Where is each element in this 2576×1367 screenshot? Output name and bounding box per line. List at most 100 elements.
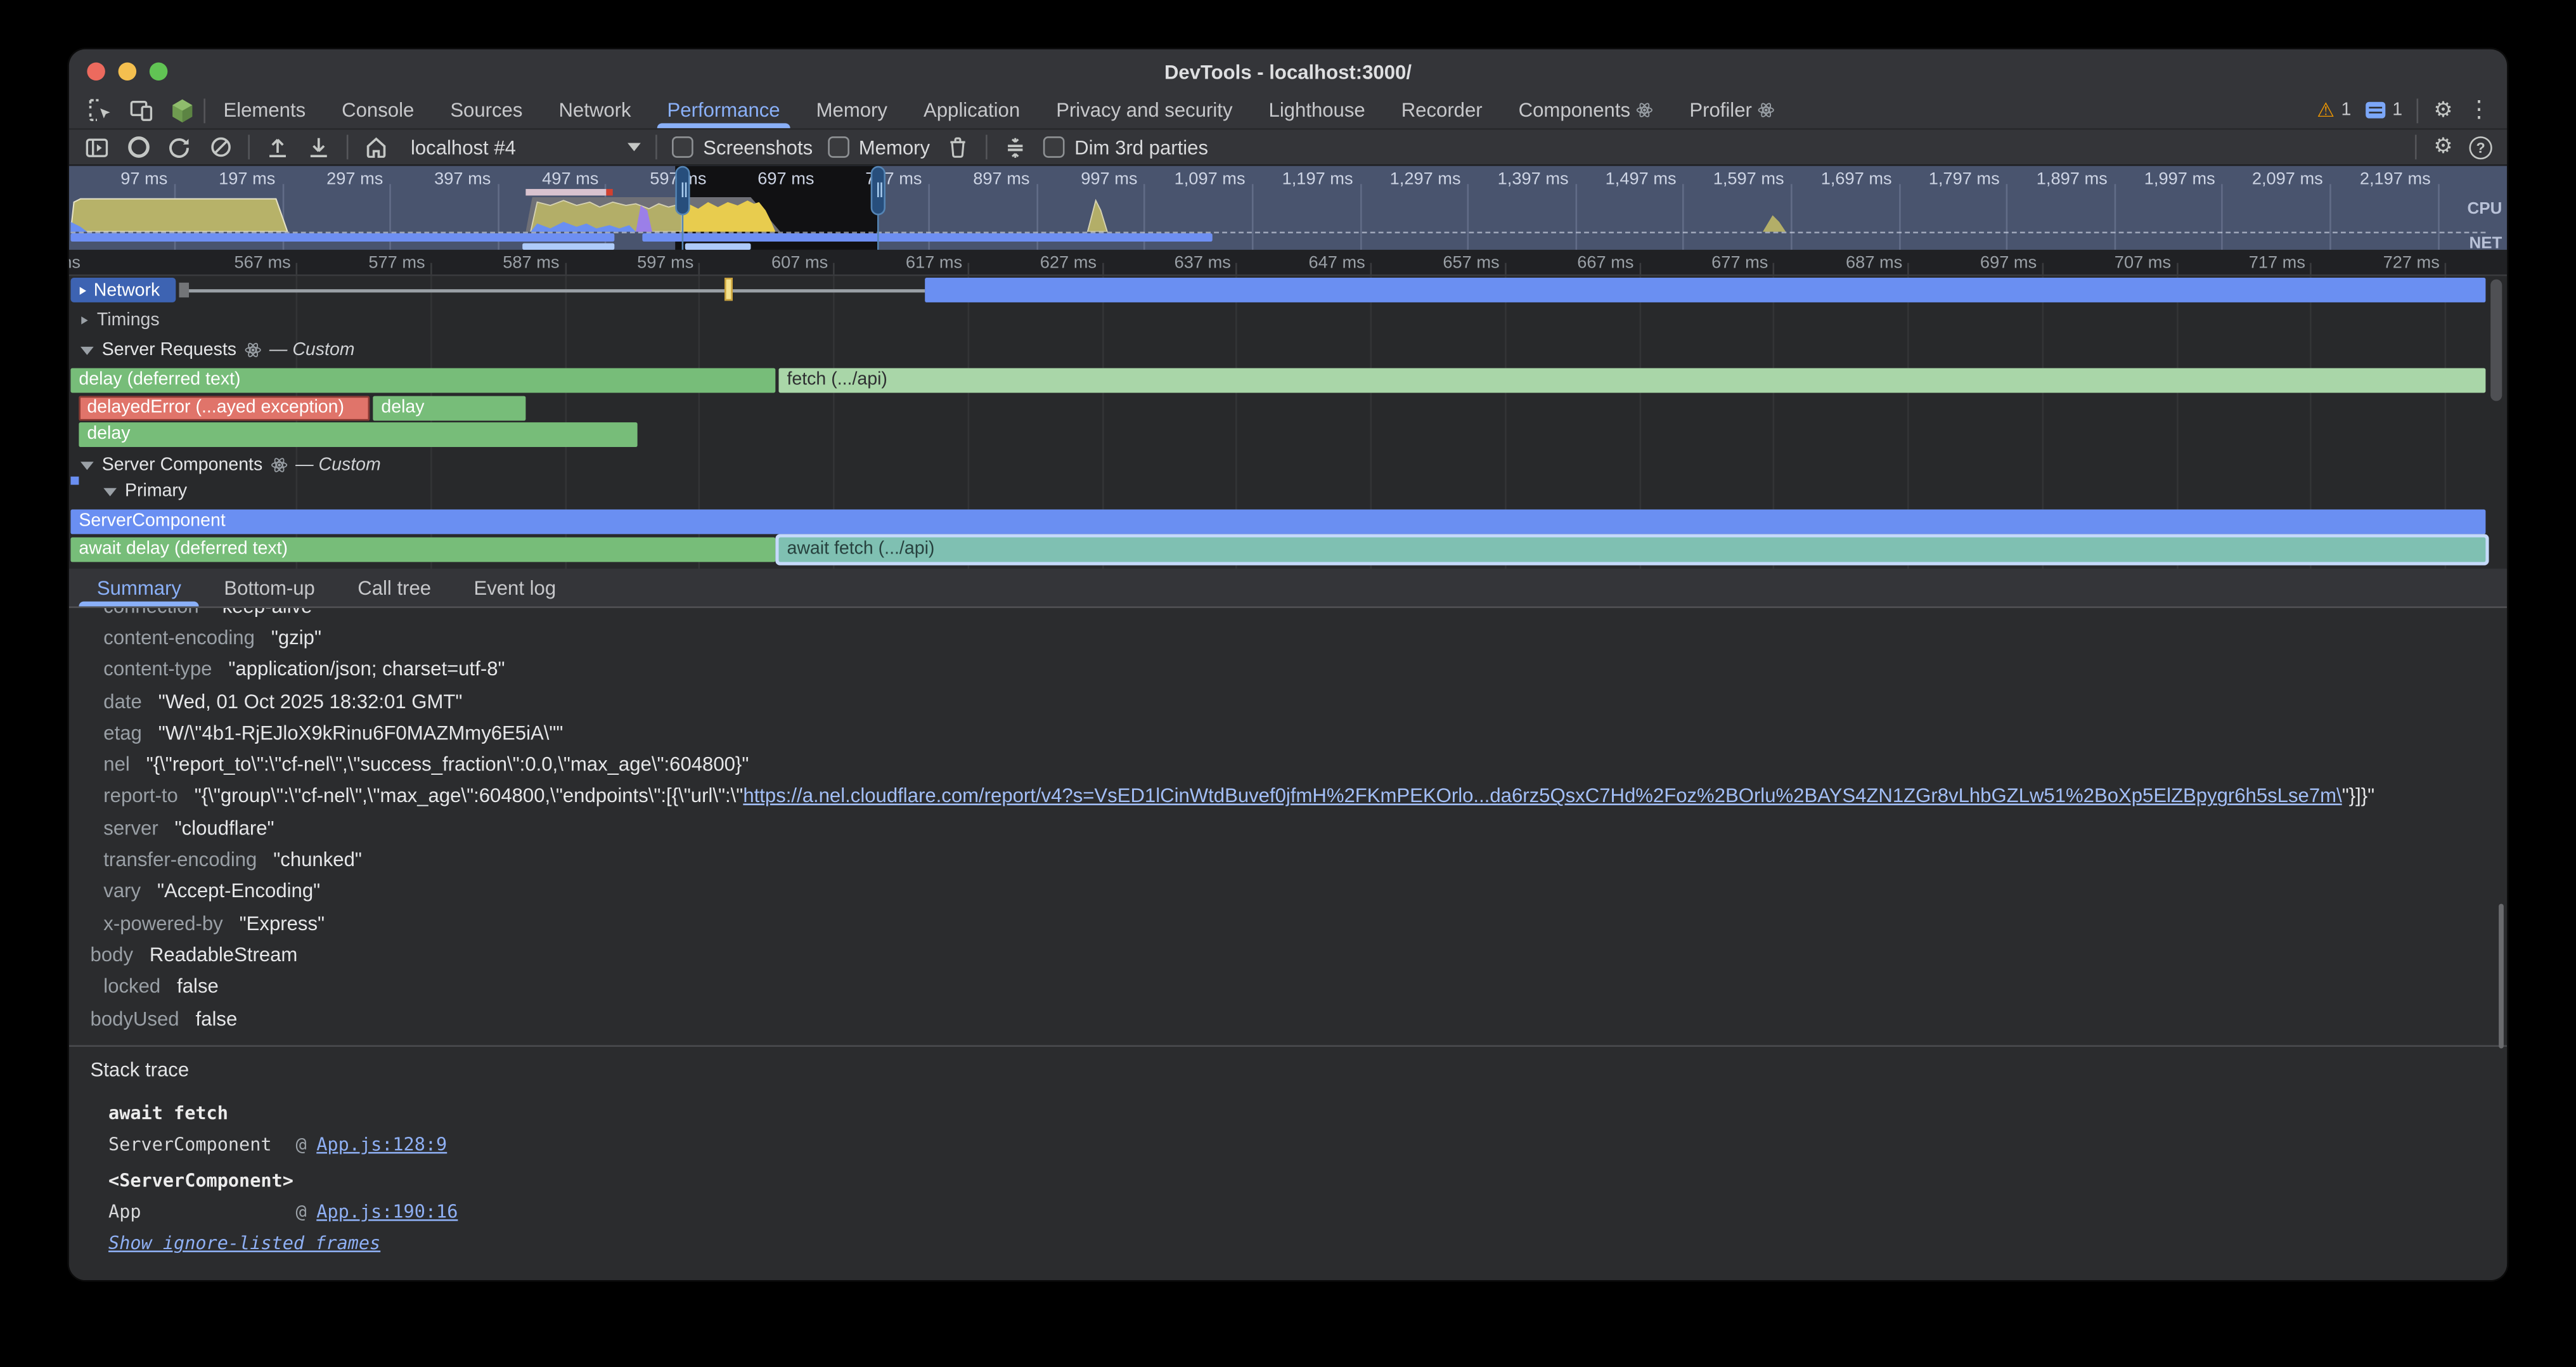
- panel-tabs: Elements Console SourcesNetworkPerformance…: [205, 92, 1793, 128]
- detail-ruler: ms567 ms577 ms587 ms597 ms607 ms617 ms62…: [69, 250, 2507, 276]
- capture-settings-gear-icon[interactable]: ⚙: [2433, 136, 2452, 158]
- tab-label: Memory: [816, 99, 887, 122]
- settings-gear-icon[interactable]: ⚙: [2433, 100, 2452, 121]
- flame-chart[interactable]: Network Timings Server Requests— Custom d…: [69, 276, 2507, 568]
- overview-tick-label: 997 ms: [1045, 169, 1137, 189]
- tab-elements[interactable]: Elements: [205, 92, 324, 128]
- header-key: x-powered-by: [103, 911, 222, 934]
- overview-tick-label: 1,597 ms: [1692, 169, 1784, 189]
- clear-icon[interactable]: [207, 134, 233, 160]
- extension-icon[interactable]: [169, 97, 195, 123]
- reload-record-button[interactable]: [166, 134, 192, 160]
- summary-scrollbar[interactable]: [2499, 904, 2504, 1048]
- screenshots-checkbox[interactable]: Screenshots: [672, 136, 813, 159]
- bottom-tab-bottom-up[interactable]: Bottom-up: [203, 569, 337, 607]
- tab-components[interactable]: Components: [1500, 92, 1671, 128]
- record-button[interactable]: [125, 134, 151, 160]
- ruler-tick: [1639, 263, 1640, 275]
- track-label-timings[interactable]: Timings: [80, 311, 160, 330]
- flame-bar[interactable]: await delay (deferred text): [70, 538, 775, 562]
- ruler-tick-label: 707 ms: [2069, 253, 2171, 273]
- tab-console[interactable]: Console: [324, 92, 432, 128]
- download-profile-icon[interactable]: [306, 134, 332, 160]
- bottom-tab-call-tree[interactable]: Call tree: [337, 569, 453, 607]
- report-to-link[interactable]: https://a.nel.cloudflare.com/report/v4?s…: [743, 784, 2341, 807]
- flame-bar[interactable]: delay: [373, 396, 525, 421]
- flame-chart-scrollbar[interactable]: [2490, 280, 2502, 401]
- track-label-network[interactable]: Network: [70, 278, 176, 302]
- tab-sources[interactable]: Sources: [432, 92, 541, 128]
- tab-recorder[interactable]: Recorder: [1383, 92, 1500, 128]
- frame-location-link[interactable]: App.js:128:9: [316, 1134, 447, 1156]
- subgroup-header-primary[interactable]: Primary: [103, 481, 187, 501]
- frame-location-link[interactable]: App.js:190:16: [316, 1202, 458, 1224]
- device-toolbar-icon[interactable]: [128, 97, 154, 123]
- warning-icon[interactable]: ⚠: [2317, 99, 2334, 122]
- network-request-candle[interactable]: [724, 278, 733, 301]
- header-value: "chunked": [273, 848, 362, 871]
- divider: [2416, 135, 2418, 160]
- help-icon[interactable]: ?: [2469, 136, 2492, 159]
- summary-row: nel"{\"report_to\":\"cf-nel\",\"success_…: [69, 749, 2507, 781]
- header-key: etag: [103, 721, 142, 744]
- memory-checkbox[interactable]: Memory: [827, 136, 930, 159]
- ruler-tick: [1370, 263, 1372, 275]
- bottom-tab-event-log[interactable]: Event log: [453, 569, 577, 607]
- flame-bar[interactable]: delay (deferred text): [70, 368, 775, 393]
- overview-tick-label: 2,197 ms: [2339, 169, 2431, 189]
- checkbox-box: [827, 136, 849, 158]
- header-value: "Wed, 01 Oct 2025 18:32:01 GMT": [158, 689, 463, 712]
- toolbar-right: ⚙ ?: [2416, 135, 2492, 160]
- ruler-tick-label: 597 ms: [592, 253, 694, 273]
- upload-profile-icon[interactable]: [264, 134, 290, 160]
- selection-right-handle[interactable]: [871, 166, 886, 216]
- group-header-server-components[interactable]: Server Components— Custom: [80, 455, 381, 475]
- issues-icon[interactable]: [2366, 102, 2386, 119]
- tab-profiler[interactable]: Profiler: [1671, 92, 1793, 128]
- flame-bar[interactable]: ServerComponent: [70, 509, 2485, 534]
- flame-bar[interactable]: delayedError (...ayed exception): [79, 396, 370, 421]
- inspect-element-icon[interactable]: [87, 97, 113, 123]
- overview-net-bar: [685, 242, 751, 250]
- tab-lighthouse[interactable]: Lighthouse: [1251, 92, 1383, 128]
- overview-net-bar: [642, 233, 1213, 242]
- tab-privacy-and-security[interactable]: Privacy and security: [1038, 92, 1251, 128]
- tab-memory[interactable]: Memory: [798, 92, 905, 128]
- tab-network[interactable]: Network: [541, 92, 649, 128]
- selection-left-handle[interactable]: [675, 166, 690, 216]
- summary-row: lockedfalse: [69, 971, 2507, 1002]
- flame-bar[interactable]: fetch (.../api): [779, 368, 2486, 393]
- history-select[interactable]: localhost #4: [411, 136, 641, 159]
- header-value: "Accept-Encoding": [157, 879, 320, 902]
- stack-trace-title: Stack trace: [91, 1058, 190, 1081]
- overview-tick-label: 897 ms: [937, 169, 1029, 189]
- tab-performance[interactable]: Performance: [649, 92, 798, 128]
- bottom-tab-summary[interactable]: Summary: [75, 569, 202, 607]
- flame-bar[interactable]: await fetch (.../api): [779, 538, 2486, 562]
- at-symbol: @: [296, 1202, 307, 1224]
- collapse-sections-icon[interactable]: [1002, 134, 1028, 160]
- history-select-value: localhost #4: [411, 136, 516, 159]
- garbage-collect-icon[interactable]: [944, 134, 970, 160]
- overview-tick-label: 297 ms: [291, 169, 383, 189]
- network-request-bar[interactable]: [925, 278, 2485, 302]
- ruler-tick-label: 697 ms: [1935, 253, 2037, 273]
- summary-pane: connection"keep-alive"content-encoding"g…: [69, 608, 2507, 1280]
- summary-row: transfer-encoding"chunked": [69, 844, 2507, 876]
- show-ignore-listed-link[interactable]: Show ignore-listed frames: [108, 1233, 380, 1255]
- warning-count: 1: [2341, 100, 2352, 120]
- dim-3rd-parties-checkbox[interactable]: Dim 3rd parties: [1043, 136, 1208, 159]
- value-prefix: "{\"group\":\"cf-nel\",\"max_age\":60480…: [195, 784, 744, 807]
- timeline-overview[interactable]: 97 ms197 ms297 ms397 ms497 ms597 ms697 m…: [69, 166, 2507, 250]
- home-icon[interactable]: [363, 134, 389, 160]
- flame-bar[interactable]: delay: [79, 422, 637, 447]
- group-header-server-requests[interactable]: Server Requests— Custom: [80, 340, 355, 360]
- kebab-menu-icon[interactable]: ⋮: [2468, 99, 2490, 122]
- header-value: "{\"group\":\"cf-nel\",\"max_age\":60480…: [195, 784, 2374, 807]
- tab-label: Console: [342, 99, 414, 122]
- react-atom-icon: [245, 342, 261, 358]
- toggle-sidebar-icon[interactable]: [84, 134, 110, 160]
- network-track-label: Network: [94, 280, 160, 300]
- ruler-tick: [2310, 263, 2312, 275]
- tab-application[interactable]: Application: [905, 92, 1038, 128]
